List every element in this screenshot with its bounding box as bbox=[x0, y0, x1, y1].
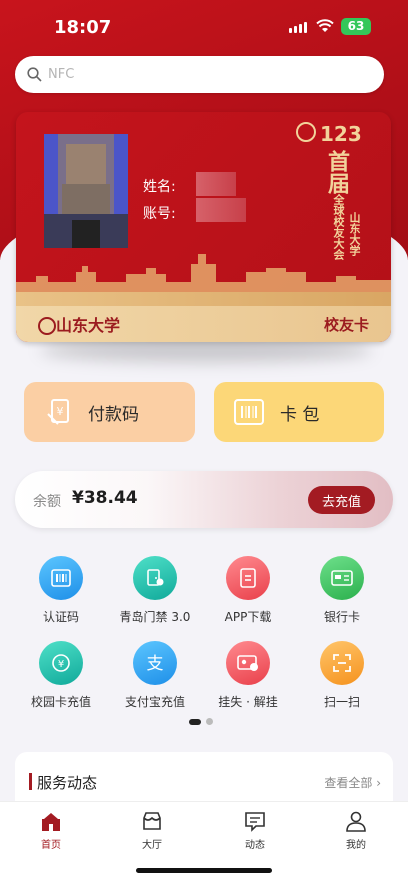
card-title-sub-1: 山东大学 bbox=[348, 212, 361, 256]
university-name: 山东大学 bbox=[56, 316, 121, 335]
card-title-main: 首届 bbox=[324, 150, 349, 194]
name-label: 姓名: bbox=[143, 179, 176, 195]
account-label: 账号: bbox=[143, 206, 176, 222]
grid-item-scan[interactable]: 扫一扫 bbox=[294, 641, 390, 710]
tab-profile[interactable]: 我的 bbox=[326, 810, 386, 851]
service-news-title: 服务动态 bbox=[37, 774, 98, 792]
svg-text:支: 支 bbox=[147, 654, 164, 674]
hall-icon bbox=[143, 812, 161, 830]
page-dot-active bbox=[189, 718, 201, 725]
name-value-redacted bbox=[196, 172, 236, 196]
grid-item-label: 扫一扫 bbox=[323, 695, 360, 709]
tab-home[interactable]: 首页 bbox=[21, 810, 81, 851]
barcode-icon bbox=[39, 556, 83, 600]
card-divider bbox=[16, 292, 391, 306]
tab-news[interactable]: 动态 bbox=[225, 810, 285, 851]
bank-card-icon bbox=[320, 556, 364, 600]
anniversary-logo-icon bbox=[296, 122, 316, 142]
card-footer: 山东大学 校友卡 bbox=[16, 306, 391, 342]
pay-code-label: 付款码 bbox=[88, 404, 139, 425]
wallet-label: 卡 包 bbox=[280, 404, 320, 425]
recharge-button[interactable]: 去充值 bbox=[308, 486, 375, 514]
search-icon bbox=[27, 67, 42, 82]
balance-label: 余额 bbox=[33, 494, 61, 510]
battery-level: 63 bbox=[347, 19, 365, 33]
wallet-button[interactable]: 卡 包 bbox=[214, 382, 384, 442]
card-type: 校友卡 bbox=[323, 316, 369, 334]
account-value-redacted bbox=[196, 198, 246, 222]
grid-item-report-loss[interactable]: 挂失 · 解挂 bbox=[200, 641, 296, 710]
svg-text:¥: ¥ bbox=[57, 405, 64, 418]
grid-item-label: 青岛门禁 3.0 bbox=[119, 610, 191, 624]
tab-label: 大厅 bbox=[142, 840, 162, 851]
grid-item-label: 支付宝充值 bbox=[124, 695, 185, 709]
anniversary-number: 123 bbox=[320, 122, 362, 146]
avatar bbox=[44, 134, 128, 248]
alumni-card[interactable]: 姓名: 账号: 123 首届 山东大学 全球校友大会 山东大学 校友卡 bbox=[16, 112, 391, 342]
home-icon bbox=[42, 813, 60, 831]
chevron-right-icon: › bbox=[376, 776, 381, 790]
card-title-sub-2: 全球校友大会 bbox=[332, 194, 345, 260]
wifi-icon bbox=[316, 19, 334, 32]
balance-bar: 余额 ¥38.44 去充值 bbox=[15, 471, 393, 528]
grid-item-campus-card-recharge[interactable]: ¥ 校园卡充值 bbox=[13, 641, 109, 710]
profile-icon bbox=[346, 811, 366, 832]
door-access-icon bbox=[133, 556, 177, 600]
scan-icon bbox=[320, 641, 364, 685]
search-bar[interactable] bbox=[15, 56, 384, 93]
home-indicator bbox=[136, 868, 272, 873]
campus-skyline-graphic bbox=[16, 254, 391, 292]
signal-icon bbox=[289, 22, 307, 33]
grid-item-label: 校园卡充值 bbox=[30, 695, 91, 709]
battery-icon: 63 bbox=[341, 18, 371, 35]
grid-item-alipay-recharge[interactable]: 支 支付宝充值 bbox=[107, 641, 203, 710]
grid-item-bank-card[interactable]: 银行卡 bbox=[294, 556, 390, 625]
tab-label: 首页 bbox=[41, 840, 61, 851]
view-all-label: 查看全部 bbox=[324, 776, 373, 790]
university-seal-icon bbox=[38, 317, 56, 335]
message-icon bbox=[245, 812, 265, 832]
card-wallet-icon bbox=[234, 399, 264, 425]
grid-item-label: 银行卡 bbox=[323, 610, 360, 624]
tab-hall[interactable]: 大厅 bbox=[122, 810, 182, 851]
campus-card-recharge-icon: ¥ bbox=[39, 641, 83, 685]
tab-label: 我的 bbox=[346, 840, 366, 851]
pay-code-button[interactable]: ¥ 付款码 bbox=[24, 382, 195, 442]
grid-item-label: 挂失 · 解挂 bbox=[218, 695, 278, 709]
page-dot bbox=[206, 718, 213, 725]
grid-item-label: 认证码 bbox=[42, 610, 79, 624]
svg-text:¥: ¥ bbox=[58, 659, 64, 670]
grid-item-app-download[interactable]: APP下载 bbox=[200, 556, 296, 625]
app-download-icon bbox=[226, 556, 270, 600]
pay-code-icon: ¥ bbox=[47, 399, 69, 425]
report-loss-icon bbox=[226, 641, 270, 685]
tab-label: 动态 bbox=[245, 840, 265, 851]
view-all-link[interactable]: 查看全部 › bbox=[324, 774, 381, 791]
grid-item-label: APP下载 bbox=[224, 610, 272, 624]
status-bar: 18:07 63 bbox=[0, 0, 408, 54]
search-input[interactable] bbox=[48, 67, 348, 82]
alipay-icon: 支 bbox=[133, 641, 177, 685]
page-indicator[interactable] bbox=[189, 718, 213, 725]
grid-item-auth-code[interactable]: 认证码 bbox=[13, 556, 109, 625]
status-time: 18:07 bbox=[54, 17, 112, 38]
balance-value: ¥38.44 bbox=[72, 488, 138, 508]
section-accent bbox=[29, 773, 32, 790]
grid-item-qingdao-access[interactable]: 青岛门禁 3.0 bbox=[107, 556, 203, 625]
